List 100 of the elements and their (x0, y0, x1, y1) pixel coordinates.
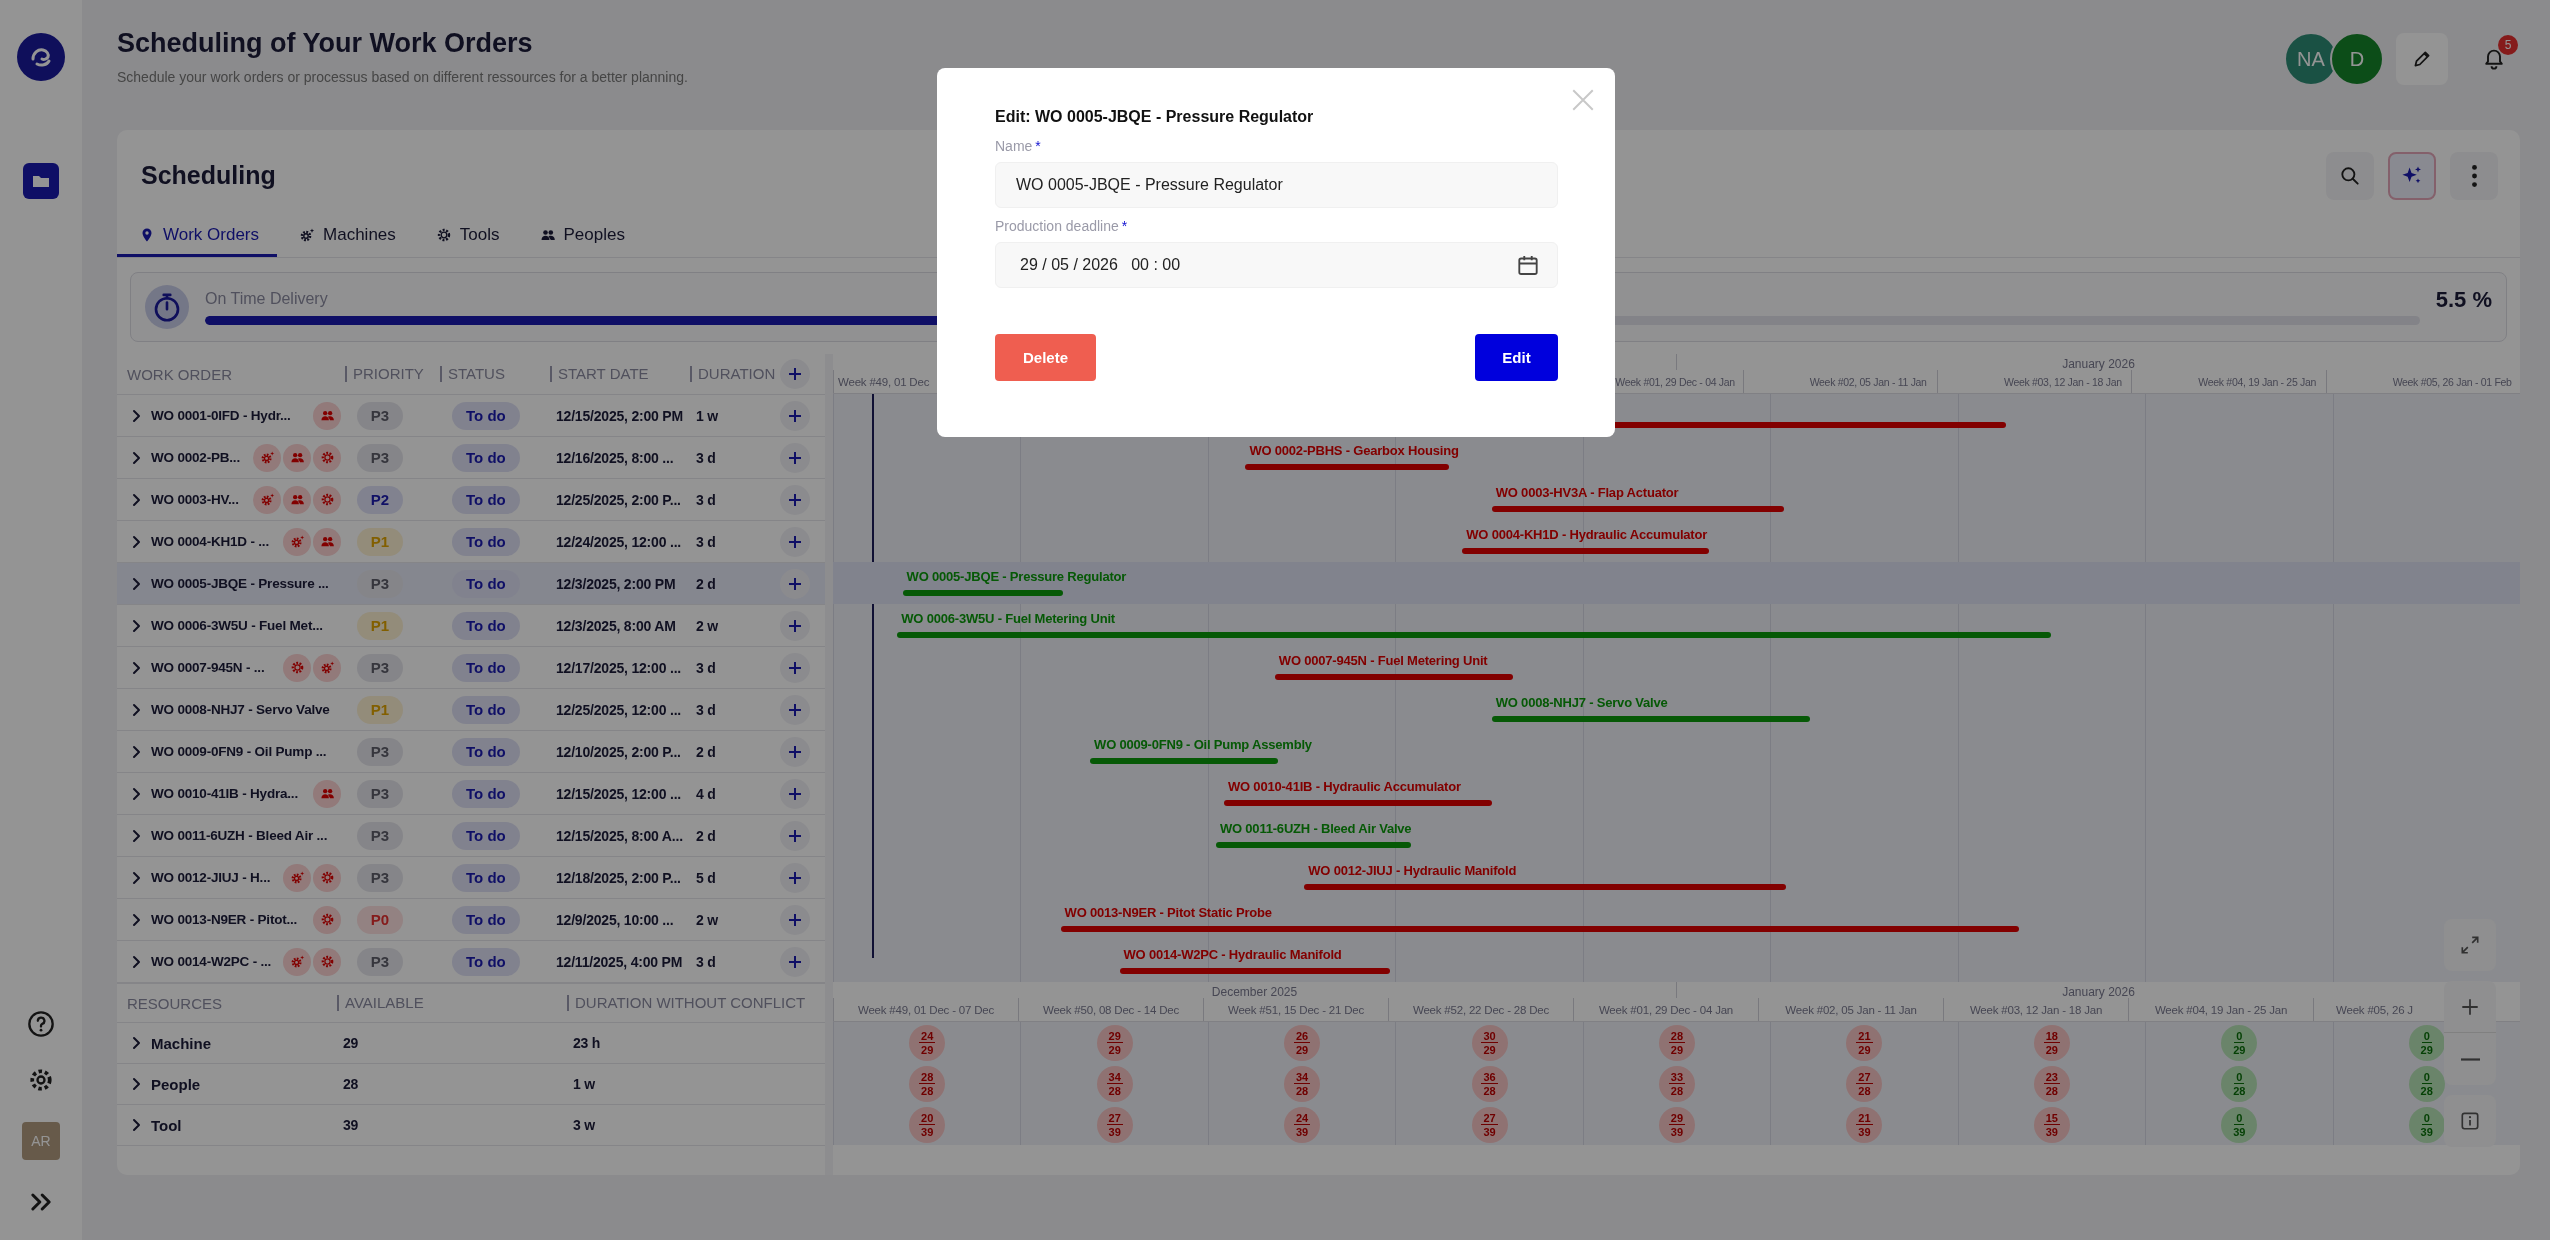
gear-spark-icon (319, 660, 335, 675)
people-icon (319, 408, 335, 423)
help-icon[interactable] (27, 1010, 55, 1038)
chevron-right-icon[interactable] (131, 1036, 141, 1050)
work-order-name: WO 0004-KH1D - ... (151, 534, 269, 549)
work-order-name: WO 0005-JBQE - Pressure ... (151, 576, 329, 591)
work-order-name: WO 0009-0FN9 - Oil Pump ... (151, 744, 327, 759)
ai-assistant-button[interactable] (2388, 151, 2436, 200)
week-label: Week #49, 01 Dec (838, 375, 930, 388)
table-cell-text: 12/17/2025, 12:00 ... (555, 659, 682, 676)
status-badge: To do (452, 905, 520, 934)
gear-spark-icon (259, 492, 275, 507)
field-label: Production deadline (995, 218, 1119, 234)
chevron-right-icon[interactable] (131, 912, 141, 927)
column-header: DURATION WITHOUT CONFLICT (567, 995, 825, 1011)
field-label: Name (995, 138, 1033, 154)
add-button[interactable] (780, 820, 810, 851)
add-button[interactable] (780, 652, 810, 683)
table-row[interactable]: WO 0005-JBQE - Pressure ... P3 To do 12/3/2025, 2:00 PM 2 d (117, 563, 825, 605)
cog-icon (319, 954, 335, 969)
priority-badge: P1 (357, 611, 403, 640)
add-button[interactable] (780, 484, 810, 515)
table-row[interactable]: WO 0010-41IB - Hydra... P3 To do 12/15/2025, 12:00 ... 4 d (117, 773, 825, 815)
folder-button[interactable] (23, 163, 59, 199)
settings-icon[interactable] (27, 1066, 55, 1094)
add-button[interactable] (780, 568, 810, 599)
edit-button[interactable] (2396, 33, 2448, 85)
table-row[interactable]: WO 0006-3W5U - Fuel Met... P1 To do 12/3/2025, 8:00 AM 2 w (117, 605, 825, 647)
table-row[interactable]: WO 0007-945N - ... P3 To do 12/17/2025, 12:00 ... 3 d (117, 647, 825, 689)
work-order-name: WO 0014-W2PC - ... (151, 954, 272, 969)
table-row[interactable]: WO 0011-6UZH - Bleed Air ... P3 To do 12/15/2025, 8:00 A... 2 d (117, 815, 825, 857)
priority-badge: P3 (357, 569, 403, 598)
priority-badge: P2 (357, 485, 403, 514)
plus-icon (787, 491, 803, 508)
chevron-right-icon[interactable] (131, 576, 141, 591)
cog-icon (289, 660, 305, 675)
add-button[interactable] (780, 359, 810, 389)
table-row[interactable]: WO 0009-0FN9 - Oil Pump ... P3 To do 12/10/2025, 2:00 P... 2 d (117, 731, 825, 773)
chevron-right-icon[interactable] (131, 492, 141, 507)
people-icon (289, 492, 305, 507)
priority-badge: P3 (357, 863, 403, 892)
minus-icon (2460, 1057, 2480, 1061)
chevron-right-icon[interactable] (131, 744, 141, 759)
priority-badge: P0 (357, 905, 403, 934)
add-button[interactable] (780, 442, 810, 473)
chevron-right-icon[interactable] (131, 702, 141, 717)
logo-icon[interactable] (17, 33, 65, 81)
search-button[interactable] (2326, 151, 2374, 200)
task-label: WO 0005-JBQE - Pressure Regulator (906, 569, 1127, 584)
table-row[interactable]: WO 0001-0IFD - Hydr... P3 To do 12/15/2025, 2:00 PM 1 w (117, 395, 825, 437)
add-button[interactable] (780, 694, 810, 725)
chevron-right-icon[interactable] (131, 534, 141, 549)
chevron-right-icon[interactable] (131, 786, 141, 801)
table-row[interactable]: WO 0012-JIUJ - H... P3 To do 12/18/2025, 2:00 P... 5 d (117, 857, 825, 899)
table-row[interactable]: WO 0008-NHJ7 - Servo Valve P1 To do 12/25/2025, 12:00 ... 3 d (117, 689, 825, 731)
gear-spark-icon (289, 870, 305, 885)
work-order-name: WO 0001-0IFD - Hydr... (151, 408, 291, 423)
tab[interactable]: Work Orders (117, 215, 278, 257)
input-field[interactable]: WO 0005-JBQE - Pressure Regulator (995, 162, 1558, 208)
table-row[interactable]: WO 0014-W2PC - ... P3 To do 12/11/2025, 4:00 PM 3 d (117, 941, 825, 983)
plus-icon (787, 701, 803, 718)
people-icon (319, 534, 335, 549)
chevron-right-icon[interactable] (131, 1077, 141, 1091)
add-button[interactable] (780, 904, 810, 935)
tab[interactable]: Machines (277, 215, 414, 257)
chevron-right-icon[interactable] (131, 618, 141, 633)
info-button[interactable] (2444, 1095, 2496, 1147)
chevron-right-icon[interactable] (131, 954, 141, 969)
user-avatar[interactable]: D (2330, 32, 2384, 86)
chevron-right-icon[interactable] (131, 870, 141, 885)
more-options-button[interactable] (2450, 151, 2498, 200)
add-button[interactable] (780, 862, 810, 893)
tab[interactable]: Tools (413, 215, 518, 257)
add-button[interactable] (780, 610, 810, 641)
plus-icon (787, 407, 803, 424)
add-button[interactable] (780, 736, 810, 767)
submit-button[interactable]: Edit (1475, 334, 1558, 381)
chevron-right-icon[interactable] (131, 408, 141, 423)
tab[interactable]: Peoples (517, 215, 643, 257)
people-icon (319, 786, 335, 801)
table-row[interactable]: WO 0003-HV... P2 To do 12/25/2025, 2:00 P... 3 d (117, 479, 825, 521)
chevron-right-icon[interactable] (131, 660, 141, 675)
delete-button[interactable]: Delete (995, 334, 1096, 381)
add-button[interactable] (780, 946, 810, 977)
date-time-field[interactable]: 29 / 05 / 2026 00 : 00 (995, 242, 1558, 288)
add-button[interactable] (780, 526, 810, 557)
table-row[interactable]: WO 0013-N9ER - Pitot... P0 To do 12/9/2025, 10:00 ... 2 w (117, 899, 825, 941)
add-button[interactable] (780, 778, 810, 809)
chevron-right-icon[interactable] (131, 828, 141, 843)
work-order-name: WO 0011-6UZH - Bleed Air ... (151, 828, 328, 843)
plus-icon (787, 533, 803, 550)
plus-icon (787, 659, 803, 676)
table-row[interactable]: WO 0002-PB... P3 To do 12/16/2025, 8:00 ... 3 d (117, 437, 825, 479)
chevron-right-icon[interactable] (131, 1118, 141, 1132)
add-button[interactable] (780, 400, 810, 431)
week-label: Week #04, 19 Jan - 25 Jan (2198, 375, 2317, 388)
chevron-right-icon[interactable] (131, 450, 141, 465)
notifications-button[interactable]: 5 (2468, 33, 2520, 85)
status-badge: To do (452, 611, 520, 640)
calendar-icon[interactable] (1518, 255, 1538, 275)
